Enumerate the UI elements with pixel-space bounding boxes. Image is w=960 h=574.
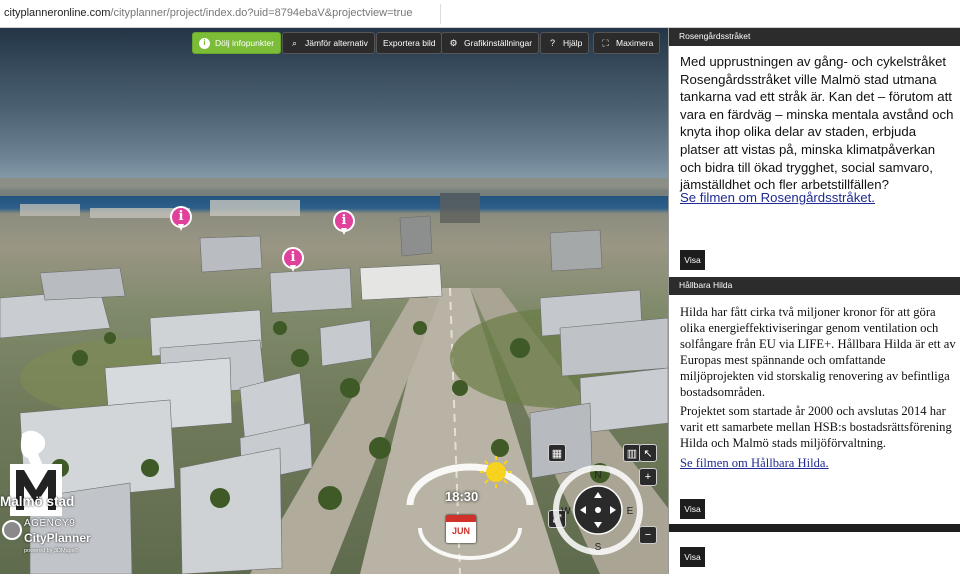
- browser-tab-area: [440, 4, 640, 24]
- film-link[interactable]: Se filmen om Rosengårdsstråket.: [680, 190, 875, 205]
- panel-divider: [668, 28, 669, 574]
- visa-button[interactable]: Visa: [680, 250, 705, 270]
- grid-view-icon[interactable]: ▦: [548, 444, 566, 462]
- help-label: Hjälp: [563, 38, 583, 48]
- graphics-label: Grafikinställningar: [464, 38, 533, 48]
- section-body-2: Projektet som startade år 2000 och avslu…: [680, 404, 952, 450]
- section-body: Med upprustningen av gång- och cykelstrå…: [680, 54, 954, 193]
- city-name: Malmö stad: [0, 494, 75, 509]
- search-icon: ⌕: [291, 37, 298, 48]
- info-panel: Rosengårdsstråket Med upprustningen av g…: [668, 28, 960, 574]
- help-button[interactable]: ? Hjälp: [540, 32, 590, 54]
- section-divider: [668, 524, 960, 532]
- export-label: Exportera bild: [383, 38, 436, 48]
- calendar-month-button[interactable]: JUN: [446, 515, 476, 543]
- time-display: 18:30: [445, 489, 479, 504]
- export-image-button[interactable]: Exportera bild: [376, 32, 443, 54]
- info-pin[interactable]: i: [170, 206, 192, 232]
- svg-text:W: W: [561, 506, 571, 517]
- info-icon: i: [199, 37, 210, 49]
- product-name: CityPlanner: [24, 531, 91, 545]
- section-body: Hilda har fått cirka två miljoner kronor…: [680, 305, 956, 399]
- month-label: JUN: [451, 526, 470, 536]
- hide-info-points-button[interactable]: i Dölj infopunkter: [192, 32, 282, 54]
- info-pin[interactable]: i: [282, 247, 304, 273]
- section-title: Rosengårdsstråket: [668, 28, 960, 46]
- maximize-button[interactable]: ⛶ Maximera: [593, 32, 661, 54]
- info-pin[interactable]: i: [333, 210, 355, 236]
- svg-text:E: E: [627, 506, 634, 517]
- section-title: Hållbara Hilda: [668, 277, 960, 295]
- cursor-icon[interactable]: ↖: [639, 444, 657, 462]
- visa-button[interactable]: Visa: [680, 499, 705, 519]
- visa-button[interactable]: Visa: [680, 547, 705, 567]
- gear-icon: ⚙: [449, 37, 458, 48]
- expand-icon: ⛶: [602, 37, 609, 48]
- graphics-settings-button[interactable]: ⚙ Grafikinställningar: [441, 32, 540, 54]
- compass-navigation[interactable]: N E S W: [550, 462, 646, 558]
- agency9-logo-icon: [2, 520, 22, 540]
- compare-alternatives-button[interactable]: ⌕ Jämför alternativ: [282, 32, 375, 54]
- hide-info-label: Dölj infopunkter: [215, 38, 275, 48]
- powered-by: powered by 3DMaps®: [24, 548, 79, 554]
- maximize-label: Maximera: [616, 38, 654, 48]
- browser-url-bar[interactable]: cityplanneronline.com/cityplanner/projec…: [0, 0, 960, 28]
- agency-label: AGENCY9: [24, 518, 76, 529]
- sun-time-dial[interactable]: [400, 450, 540, 560]
- svg-text:S: S: [595, 542, 602, 553]
- film-link[interactable]: Se filmen om Hållbara Hilda.: [680, 456, 829, 471]
- question-icon: ?: [549, 37, 555, 48]
- compare-label: Jämför alternativ: [305, 38, 368, 48]
- svg-text:N: N: [594, 470, 601, 481]
- url-text[interactable]: cityplanneronline.com/cityplanner/projec…: [4, 7, 412, 19]
